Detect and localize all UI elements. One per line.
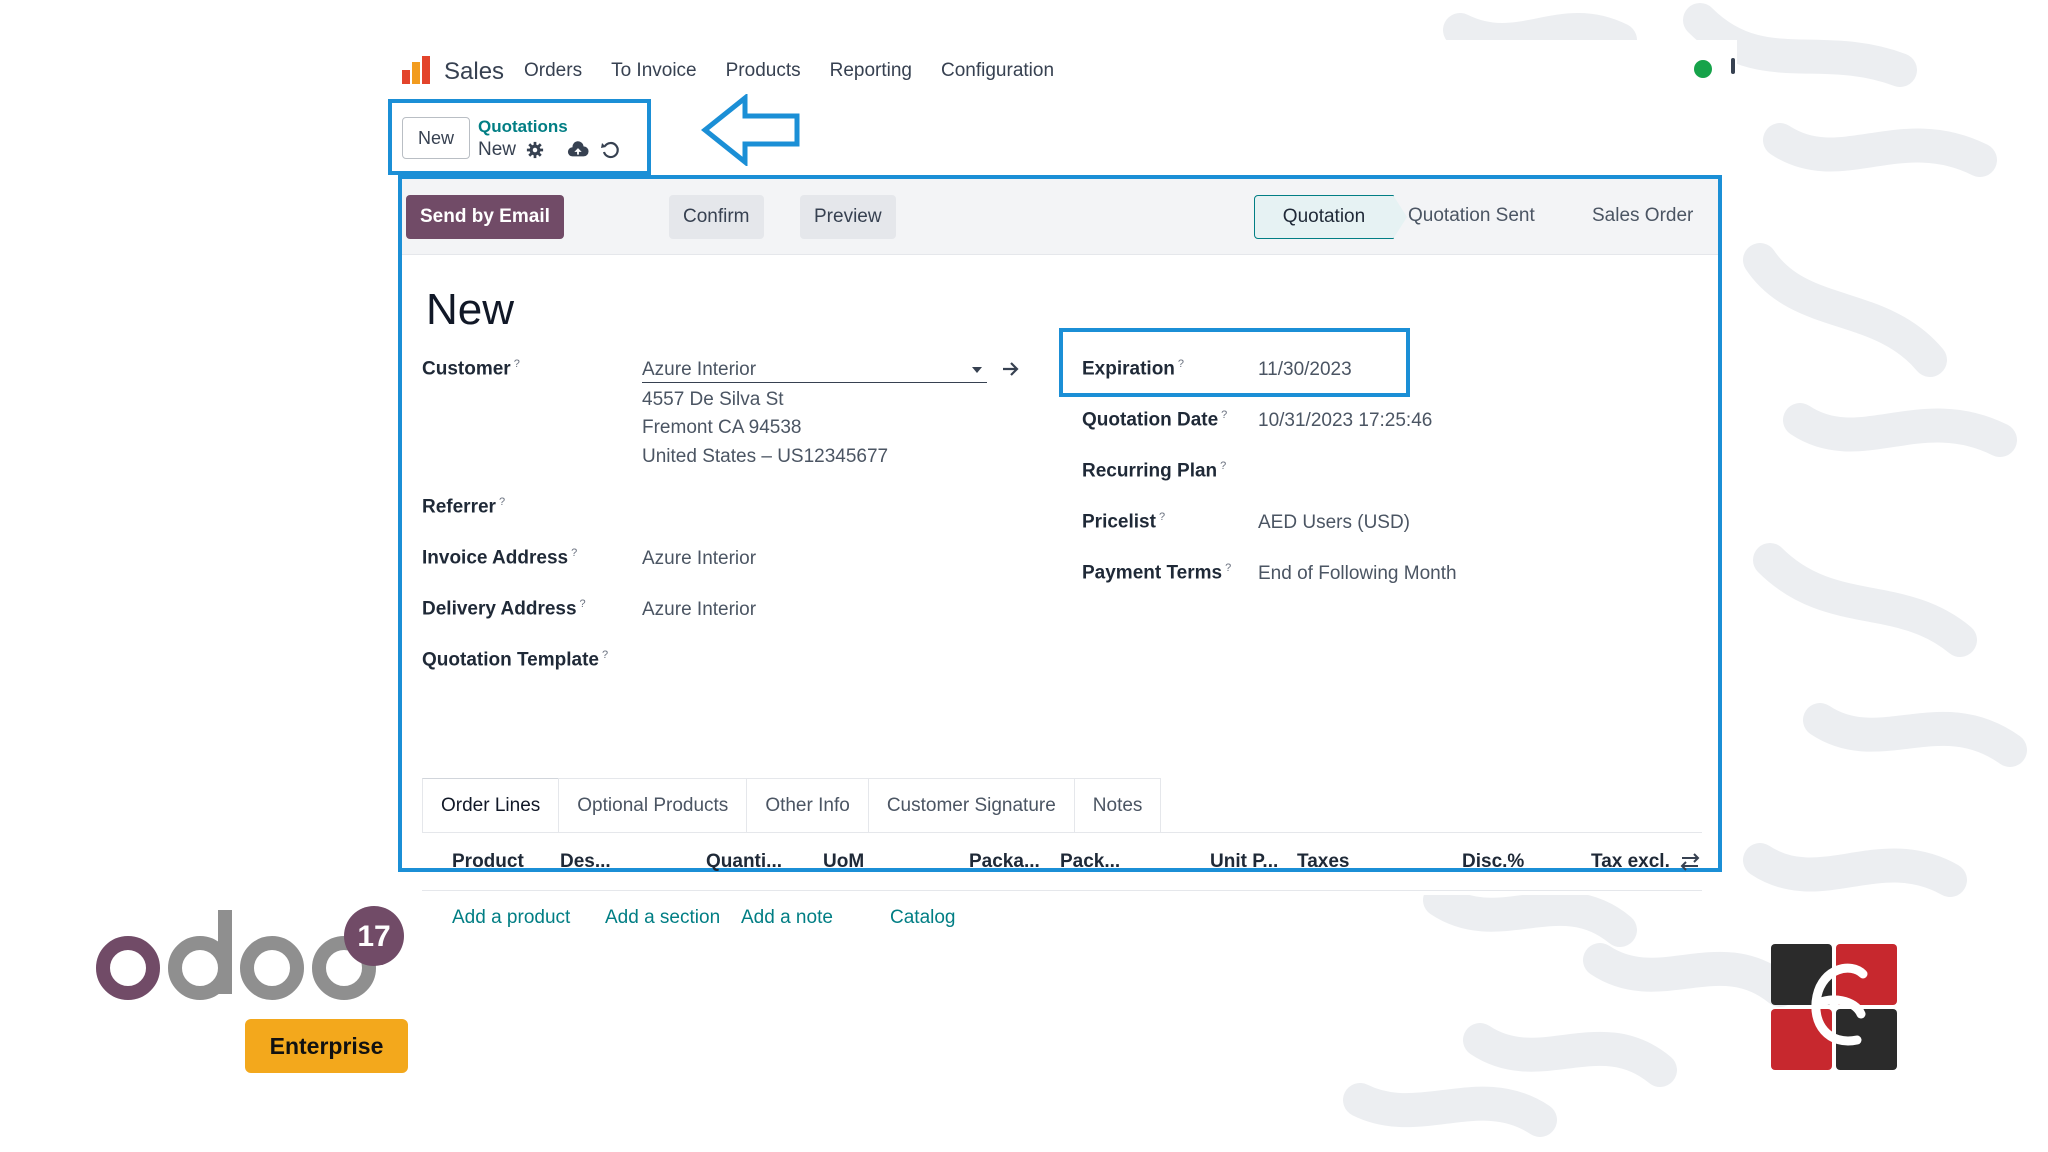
stage-quotation-label: Quotation [1282, 206, 1366, 227]
online-status-icon [1694, 60, 1712, 78]
customer-address-line: 4557 De Silva St [642, 389, 784, 410]
top-navbar: Sales Orders To Invoice Products Reporti… [392, 40, 1737, 104]
recurring-plan-label-text: Recurring Plan [1082, 460, 1218, 482]
pricelist-label-text: Pricelist [1082, 511, 1156, 533]
pricelist-value[interactable]: AED Users (USD) [1258, 512, 1410, 534]
add-section-link[interactable]: Add a section [605, 907, 720, 929]
status-bar: Send by Email Confirm Preview Quotation … [402, 179, 1718, 255]
invoice-address-label: Invoice Address? [422, 547, 577, 569]
stage-sales-order[interactable]: Sales Order [1592, 205, 1693, 227]
breadcrumb-current: New [478, 139, 517, 160]
expiration-label-text: Expiration [1082, 358, 1175, 380]
help-mark: ? [1221, 409, 1228, 421]
payment-terms-value[interactable]: End of Following Month [1258, 563, 1457, 585]
app-name[interactable]: Sales [444, 58, 504, 86]
column-product[interactable]: Product [452, 851, 524, 873]
menu-to-invoice[interactable]: To Invoice [611, 60, 697, 82]
discard-icon[interactable] [599, 139, 621, 161]
new-button[interactable]: New [402, 117, 470, 159]
quotation-date-label: Quotation Date? [1082, 409, 1227, 431]
stage-arrow [1393, 195, 1407, 239]
invoice-address-label-text: Invoice Address [422, 547, 569, 569]
customer-address-line: United States – US12345677 [642, 446, 889, 467]
menu-reporting[interactable]: Reporting [830, 60, 912, 82]
help-mark: ? [601, 649, 609, 661]
quotation-date-value[interactable]: 10/31/2023 17:25:46 [1258, 410, 1432, 432]
recurring-plan-label: Recurring Plan? [1082, 460, 1226, 482]
confirm-button[interactable]: Confirm [669, 195, 764, 239]
caret-down-icon[interactable] [972, 367, 982, 373]
customer-address-line: Fremont CA 94538 [642, 417, 802, 438]
column-uom[interactable]: UoM [823, 851, 864, 873]
help-mark: ? [1177, 358, 1185, 370]
customer-input[interactable]: Azure Interior [642, 355, 987, 383]
stage-quotation[interactable]: Quotation [1254, 195, 1394, 239]
customer-value: Azure Interior [642, 359, 757, 380]
quotation-template-label: Quotation Template? [422, 649, 608, 671]
gear-icon[interactable] [524, 139, 546, 161]
column-discount[interactable]: Disc.% [1462, 851, 1524, 873]
stage-quotation-sent[interactable]: Quotation Sent [1408, 205, 1535, 227]
pricelist-label: Pricelist? [1082, 511, 1165, 533]
quotation-date-label-text: Quotation Date [1082, 409, 1219, 431]
menu-orders[interactable]: Orders [524, 60, 582, 82]
column-taxes[interactable]: Taxes [1297, 851, 1349, 873]
column-quantity[interactable]: Quanti... [706, 851, 782, 873]
quotation-form-highlight: Send by Email Confirm Preview Quotation … [398, 175, 1722, 928]
tab-customer-signature[interactable]: Customer Signature [867, 778, 1075, 833]
sales-app-icon[interactable] [400, 54, 432, 86]
help-mark: ? [571, 547, 578, 559]
tab-divider [422, 832, 1702, 833]
column-tax-excluded[interactable]: Tax excl. [1591, 851, 1670, 873]
odoo-version-badge: 17 [357, 920, 390, 953]
notebook-tabs: Order Lines Optional Products Other Info… [422, 778, 1162, 833]
breadcrumb-quotations[interactable]: Quotations [478, 117, 568, 137]
help-mark: ? [1158, 511, 1166, 523]
column-description[interactable]: Des... [560, 851, 611, 873]
delivery-address-value[interactable]: Azure Interior [642, 599, 756, 621]
help-mark: ? [1220, 460, 1227, 472]
enterprise-badge: Enterprise [245, 1019, 408, 1073]
form-sheet: New Customer? Azure Interior 4557 De Sil… [402, 255, 1718, 928]
arrow-right-icon[interactable] [1002, 361, 1020, 377]
cloud-upload-icon[interactable] [567, 139, 589, 161]
payment-terms-label: Payment Terms? [1082, 562, 1231, 584]
column-packaging[interactable]: Pack... [1060, 851, 1120, 873]
tab-other-info[interactable]: Other Info [746, 778, 869, 833]
expiration-value[interactable]: 11/30/2023 [1258, 359, 1352, 381]
column-unit-price[interactable]: Unit P... [1210, 851, 1278, 873]
tab-order-lines[interactable]: Order Lines [422, 778, 560, 833]
referrer-label: Referrer? [422, 496, 505, 518]
record-title: New [426, 285, 515, 334]
main-menu: Orders To Invoice Products Reporting Con… [524, 60, 1083, 82]
control-panel-highlight: New Quotations New [388, 99, 651, 175]
menu-products[interactable]: Products [726, 60, 801, 82]
help-mark: ? [579, 598, 586, 610]
send-by-email-button[interactable]: Send by Email [406, 195, 564, 239]
help-mark: ? [1225, 562, 1232, 574]
column-packaging-qty[interactable]: Packa... [969, 851, 1040, 873]
preview-button[interactable]: Preview [800, 195, 896, 239]
delivery-address-label: Delivery Address? [422, 598, 586, 620]
header-divider [422, 890, 1702, 891]
systray-edge [1731, 58, 1735, 74]
invoice-address-value[interactable]: Azure Interior [642, 548, 756, 570]
pointer-arrow-left-icon [701, 94, 800, 166]
delivery-address-label-text: Delivery Address [422, 598, 577, 620]
tab-notes[interactable]: Notes [1073, 778, 1162, 833]
partner-logo [1771, 944, 1897, 1070]
help-mark: ? [498, 496, 506, 508]
tab-optional-products[interactable]: Optional Products [558, 778, 748, 833]
add-product-link[interactable]: Add a product [452, 907, 570, 929]
add-note-link[interactable]: Add a note [741, 907, 833, 929]
catalog-link[interactable]: Catalog [890, 907, 956, 929]
menu-configuration[interactable]: Configuration [941, 60, 1054, 82]
referrer-label-text: Referrer [422, 496, 496, 518]
payment-terms-label-text: Payment Terms [1082, 562, 1223, 584]
expiration-label: Expiration? [1082, 358, 1184, 380]
column-settings-icon[interactable] [1680, 852, 1700, 872]
quotation-template-label-text: Quotation Template [422, 649, 599, 671]
